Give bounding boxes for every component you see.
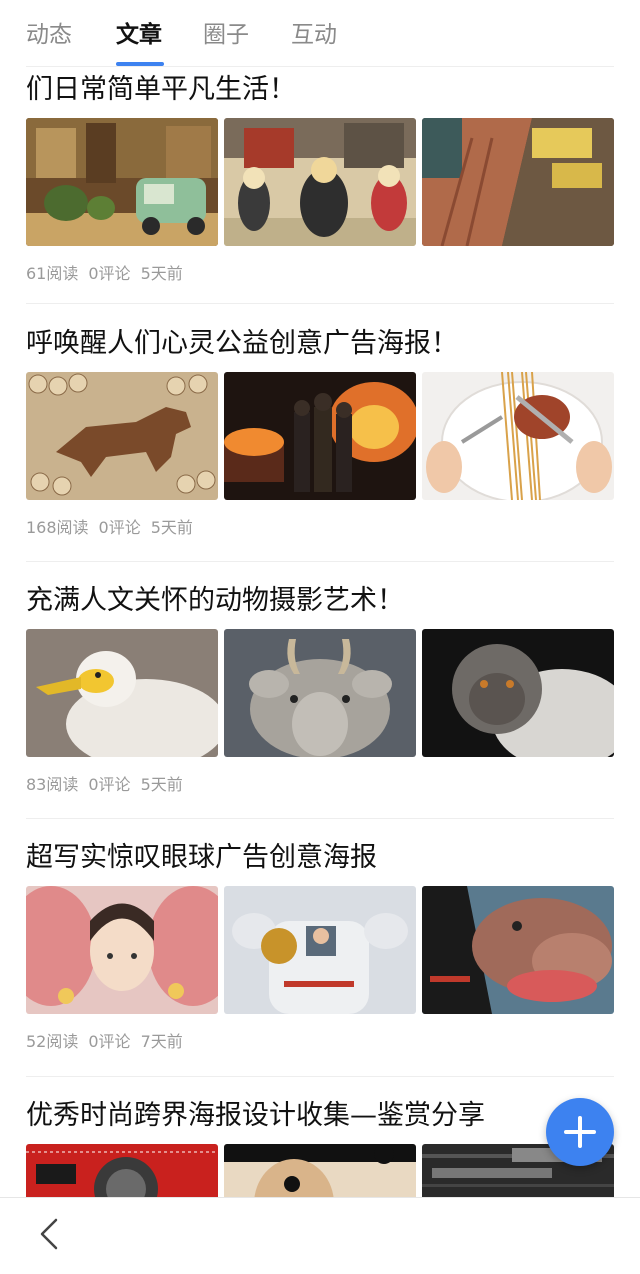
article-card[interactable]: 们日常简单平凡生活！ 61阅读 0评论 5天前 — [26, 70, 614, 290]
article-meta: 83阅读 0评论 5天前 — [26, 773, 193, 797]
tab-circles[interactable]: 圈子 — [203, 18, 249, 52]
article-title[interactable]: 呼唤醒人们心灵公益创意广告海报！ — [26, 324, 458, 364]
article-title[interactable]: 们日常简单平凡生活！ — [26, 70, 296, 110]
article-thumbnail[interactable] — [26, 372, 218, 500]
publish-time: 5天前 — [150, 518, 193, 537]
article-thumbnail[interactable] — [224, 1144, 416, 1197]
article-thumbnail[interactable] — [26, 886, 218, 1014]
article-thumbnail[interactable] — [422, 372, 614, 500]
tab-articles[interactable]: 文章 — [116, 18, 162, 52]
article-thumbnail[interactable] — [224, 118, 416, 246]
article-thumbnail[interactable] — [422, 886, 614, 1014]
article-thumbnails — [26, 1144, 614, 1197]
comment-count: 0评论 — [98, 518, 141, 537]
article-thumbnail[interactable] — [224, 886, 416, 1014]
article-thumbnail[interactable] — [422, 118, 614, 246]
add-button[interactable] — [546, 1098, 614, 1166]
article-thumbnails — [26, 118, 614, 246]
article-feed[interactable]: 们日常简单平凡生活！ 61阅读 0评论 5天前 呼唤醒人们心灵公益创意广告海报！… — [0, 67, 640, 1197]
article-thumbnails — [26, 372, 614, 500]
divider — [26, 818, 614, 819]
article-card[interactable]: 超写实惊叹眼球广告创意海报 52阅读 0评论 7天前 — [26, 838, 614, 1058]
publish-time: 5天前 — [140, 264, 183, 283]
article-thumbnails — [26, 886, 614, 1014]
article-thumbnail[interactable] — [26, 1144, 218, 1197]
read-count: 61阅读 — [26, 264, 79, 283]
divider — [26, 1076, 614, 1077]
tab-bar: 动态 文章 圈子 互动 — [0, 0, 640, 66]
comment-count: 0评论 — [88, 775, 131, 794]
plus-icon — [564, 1116, 596, 1148]
article-thumbnail[interactable] — [224, 629, 416, 757]
tab-interactions[interactable]: 互动 — [291, 18, 337, 52]
divider — [26, 303, 614, 304]
article-card[interactable]: 充满人文关怀的动物摄影艺术！ 83阅读 0评论 5天前 — [26, 581, 614, 801]
active-tab-indicator — [116, 62, 164, 66]
tab-dynamics[interactable]: 动态 — [26, 18, 72, 52]
article-title[interactable]: 充满人文关怀的动物摄影艺术！ — [26, 581, 404, 621]
article-card[interactable]: 优秀时尚跨界海报设计收集—鉴赏分享 — [26, 1096, 614, 1197]
article-card[interactable]: 呼唤醒人们心灵公益创意广告海报！ 168阅读 0评论 5天前 — [26, 324, 614, 544]
read-count: 168阅读 — [26, 518, 89, 537]
article-title[interactable]: 优秀时尚跨界海报设计收集—鉴赏分享 — [26, 1096, 485, 1136]
article-meta: 52阅读 0评论 7天前 — [26, 1030, 193, 1054]
article-meta: 168阅读 0评论 5天前 — [26, 516, 203, 540]
article-meta: 61阅读 0评论 5天前 — [26, 262, 193, 286]
read-count: 52阅读 — [26, 1032, 79, 1051]
article-thumbnail[interactable] — [26, 118, 218, 246]
comment-count: 0评论 — [88, 1032, 131, 1051]
article-thumbnails — [26, 629, 614, 757]
article-thumbnail[interactable] — [224, 372, 416, 500]
bottom-bar — [0, 1197, 640, 1274]
read-count: 83阅读 — [26, 775, 79, 794]
chevron-left-icon — [40, 1218, 58, 1250]
publish-time: 7天前 — [140, 1032, 183, 1051]
article-title[interactable]: 超写实惊叹眼球广告创意海报 — [26, 838, 377, 878]
divider — [26, 561, 614, 562]
article-thumbnail[interactable] — [422, 629, 614, 757]
publish-time: 5天前 — [140, 775, 183, 794]
back-button[interactable] — [30, 1214, 70, 1254]
comment-count: 0评论 — [88, 264, 131, 283]
article-thumbnail[interactable] — [26, 629, 218, 757]
